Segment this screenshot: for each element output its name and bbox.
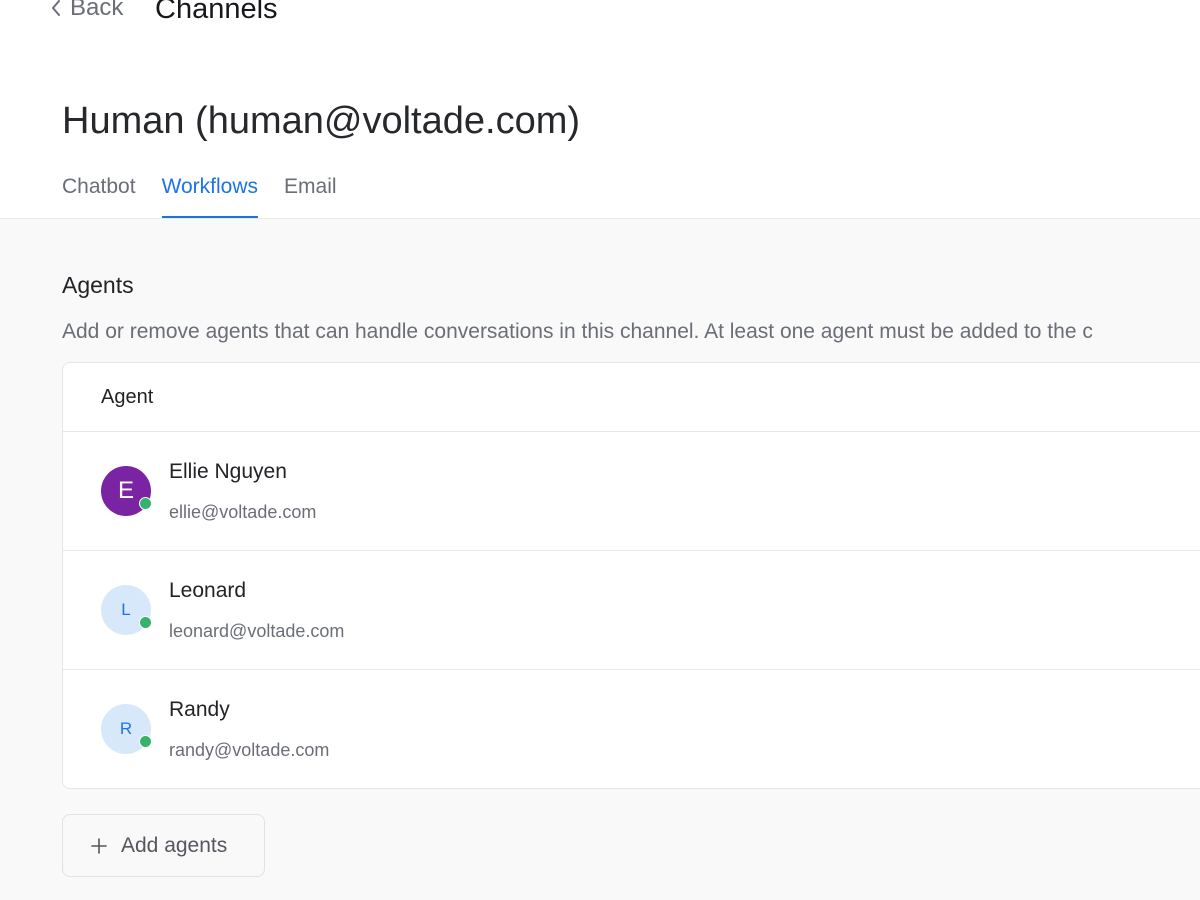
agents-section-description: Add or remove agents that can handle con…: [62, 320, 1093, 343]
channel-header: Back Channels Human (human@voltade.com) …: [0, 0, 1200, 219]
add-agents-button[interactable]: Add agents: [62, 814, 265, 877]
agent-email: randy@voltade.com: [169, 740, 330, 760]
avatar: R: [101, 704, 152, 754]
breadcrumb-title: Channels: [155, 0, 278, 25]
table-row[interactable]: R Randy randy@voltade.com: [63, 670, 1200, 788]
page-title: Human (human@voltade.com): [62, 100, 581, 142]
back-button[interactable]: Back: [50, 0, 123, 22]
avatar-initial: L: [121, 600, 131, 619]
tab-bar: Chatbot Workflows Email: [62, 172, 363, 218]
chevron-left-icon: [52, 0, 60, 16]
agents-table: Agent E Ellie Nguyen ellie@voltade.com L…: [62, 362, 1200, 789]
agent-name: Ellie Nguyen: [169, 460, 287, 483]
online-status-dot: [139, 497, 152, 510]
tab-chatbot[interactable]: Chatbot: [62, 172, 136, 218]
avatar: E: [101, 466, 152, 516]
agent-name: Leonard: [169, 579, 247, 602]
online-status-dot: [139, 735, 152, 748]
tab-email[interactable]: Email: [284, 172, 337, 218]
avatar-initial: R: [119, 719, 133, 738]
agent-email: ellie@voltade.com: [169, 502, 317, 522]
table-row[interactable]: L Leonard leonard@voltade.com: [63, 551, 1200, 670]
table-header-agent: Agent: [63, 363, 1200, 432]
plus-icon: [91, 837, 107, 854]
agents-section-title: Agents: [62, 272, 134, 298]
back-label: Back: [70, 0, 124, 21]
table-row[interactable]: E Ellie Nguyen ellie@voltade.com: [63, 432, 1200, 551]
avatar: L: [101, 585, 152, 635]
agent-name: Randy: [169, 698, 230, 721]
agent-email: leonard@voltade.com: [169, 621, 345, 641]
add-agents-label: Add agents: [121, 833, 228, 857]
online-status-dot: [139, 616, 152, 629]
tab-workflows[interactable]: Workflows: [161, 172, 259, 218]
avatar-initial: E: [117, 477, 134, 504]
